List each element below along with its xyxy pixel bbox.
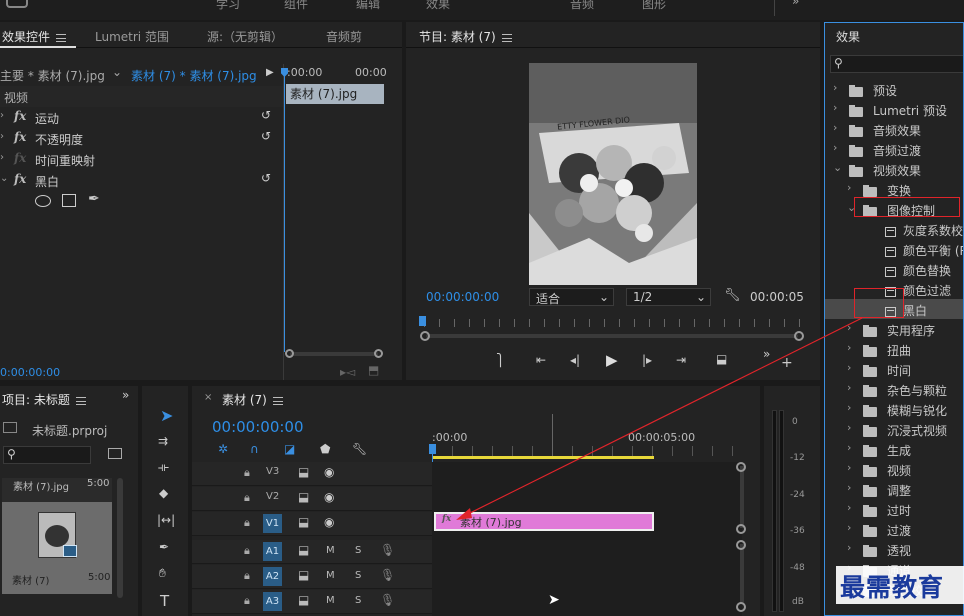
watermark-logo: 最需教育	[836, 566, 964, 604]
annotation-arrow	[456, 317, 863, 520]
watermark-text: 最需教育	[840, 573, 945, 602]
